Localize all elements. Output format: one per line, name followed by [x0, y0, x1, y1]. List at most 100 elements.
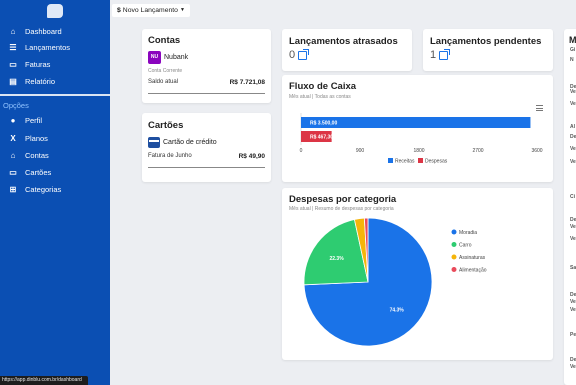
balance-label: Saldo atual: [148, 79, 179, 85]
right-panel-line: Ve: [570, 89, 576, 95]
x-tick-label: 1800: [413, 148, 424, 154]
pending-count: 1: [430, 49, 437, 61]
right-panel-line: Gi: [570, 47, 576, 53]
right-panel-line: Ve: [570, 236, 576, 242]
x-tick-label: 900: [356, 148, 365, 154]
bank-icon: ⌂: [10, 150, 16, 160]
right-panel-line: Ve: [570, 364, 576, 370]
right-panel-title: M: [569, 35, 576, 45]
sidebar-item-label: Planos: [25, 133, 48, 143]
legend-swatch: [388, 158, 393, 163]
right-panel-line: Al: [570, 124, 575, 130]
legend-label[interactable]: Receitas: [395, 159, 415, 165]
sidebar-item-faturas[interactable]: ▭ Faturas: [0, 56, 110, 72]
sidebar-item-relatorio[interactable]: ▤ Relatório: [0, 73, 110, 89]
pending-title: Lançamentos pendentes: [430, 36, 542, 47]
sidebar-item-label: Cartões: [25, 167, 52, 177]
right-panel-line: Ve: [570, 146, 576, 152]
legend-label[interactable]: Assinaturas: [459, 255, 486, 261]
right-panel-line: De: [570, 217, 576, 223]
pie-data-label: 74.3%: [390, 307, 405, 313]
dollar-icon: $: [117, 7, 121, 14]
accounts-card: Contas NU Nubank Conta Corrente Saldo at…: [142, 29, 271, 103]
home-icon: ⌂: [10, 26, 16, 36]
bank-name[interactable]: Nubank: [164, 54, 188, 61]
sidebar-item-label: Categorias: [25, 184, 62, 194]
plan-icon: X: [10, 133, 16, 143]
sidebar-item-perfil[interactable]: ● Perfil: [0, 112, 110, 128]
overdue-count: 0: [289, 49, 296, 61]
credit-card-icon: [148, 137, 160, 148]
right-panel-line: Pe: [570, 332, 576, 338]
pie-data-label: 22.3%: [329, 256, 344, 262]
new-entry-button[interactable]: $ Novo Lançamento ▼: [112, 4, 190, 17]
right-panel-line: Ve: [570, 307, 576, 313]
accounts-title: Contas: [148, 35, 181, 46]
sidebar-item-cartoes[interactable]: ▭ Cartões: [0, 164, 110, 180]
right-panel-line: Ve: [570, 159, 576, 165]
sidebar-item-label: Lançamentos: [25, 42, 71, 52]
legend-label[interactable]: Carro: [459, 242, 472, 248]
balance-value: R$ 7.721,08: [229, 79, 265, 86]
sidebar-item-label: Relatório: [25, 76, 56, 86]
sidebar-item-categorias[interactable]: ⊞ Categorias: [0, 181, 110, 197]
x-tick-label: 3600: [531, 148, 542, 154]
list-icon: ☰: [9, 42, 17, 52]
bar-data-label: R$ 3.500,00: [310, 121, 337, 127]
pending-card: Lançamentos pendentes 1: [423, 29, 553, 71]
x-tick-label: 0: [300, 148, 303, 154]
legend-label[interactable]: Moradia: [459, 230, 477, 236]
overdue-title: Lançamentos atrasados: [289, 36, 398, 47]
sidebar-item-label: Faturas: [25, 59, 51, 69]
card-icon: ▭: [9, 167, 17, 177]
right-panel-line: De: [570, 357, 576, 363]
status-url: https://app.dinblu.com.br/dashboard: [0, 376, 88, 385]
sidebar-item-lancamentos[interactable]: ☰ Lançamentos: [0, 39, 110, 55]
legend-label[interactable]: Despesas: [425, 159, 448, 165]
sidebar-divider: [0, 94, 110, 96]
right-panel: M Gi N De Ve Ve Al De Ve Ve Ci De Ve Ve Sa De Ve Ve Pe De V…: [564, 29, 576, 385]
user-icon: ●: [10, 115, 16, 125]
legend-swatch: [451, 254, 457, 260]
nubank-logo: NU: [148, 51, 161, 64]
report-icon: ▤: [9, 76, 17, 86]
expenses-card: Despesas por categoria Mês atual | Resum…: [282, 188, 553, 360]
app-logo[interactable]: [47, 4, 63, 18]
caret-down-icon: ▼: [179, 7, 185, 13]
cards-card: Cartões Cartão de crédito Fatura de Junh…: [142, 113, 271, 182]
right-panel-line: Sa: [570, 265, 576, 271]
account-type: Conta Corrente: [148, 68, 183, 74]
card-name[interactable]: Cartão de crédito: [163, 139, 217, 146]
invoice-label: Fatura de Junho: [148, 153, 192, 159]
x-tick-label: 2700: [472, 148, 483, 154]
right-panel-line: Ve: [570, 101, 576, 107]
divider: [148, 167, 265, 168]
legend-swatch: [451, 267, 457, 272]
legend-label[interactable]: Alimentação: [459, 267, 487, 273]
sidebar-item-contas[interactable]: ⌂ Contas: [0, 147, 110, 163]
external-link-icon[interactable]: [439, 48, 451, 60]
legend-swatch: [451, 229, 457, 235]
sitemap-icon: ⊞: [9, 184, 17, 194]
sidebar-item-label: Contas: [25, 150, 49, 160]
external-link-icon[interactable]: [298, 48, 310, 60]
sidebar-section-label: Opções: [3, 101, 29, 110]
sidebar-item-planos[interactable]: X Planos: [0, 130, 110, 146]
invoice-value: R$ 49,90: [238, 153, 265, 160]
right-panel-line: Ve: [570, 299, 576, 305]
expenses-pie-chart: 74.3% 22.3% Moradia Carro Assinaturas Aliment…: [303, 217, 487, 347]
sidebar-item-dashboard[interactable]: ⌂ Dashboard: [0, 23, 110, 39]
overdue-card: Lançamentos atrasados 0: [282, 29, 412, 71]
cashflow-card: Fluxo de Caixa Mês atual | Todas as cont…: [282, 75, 553, 182]
new-entry-label: Novo Lançamento: [122, 7, 178, 14]
sidebar-item-label: Dashboard: [25, 26, 62, 36]
cards-title: Cartões: [148, 120, 184, 131]
cashflow-bar-chart: R$ 3.500,00 R$ 467,30 0 900 1800 2700 3600 Rece…: [300, 113, 543, 165]
right-panel-line: N: [570, 57, 574, 63]
right-panel-line: De: [570, 134, 576, 140]
card-icon: ▭: [9, 59, 17, 69]
sidebar: ⌂ Dashboard ☰ Lançamentos ▭ Faturas ▤ Re…: [0, 0, 110, 385]
right-panel-line: Ci: [570, 194, 575, 200]
right-panel-line: Ve: [570, 224, 576, 230]
right-panel-line: De: [570, 292, 576, 298]
